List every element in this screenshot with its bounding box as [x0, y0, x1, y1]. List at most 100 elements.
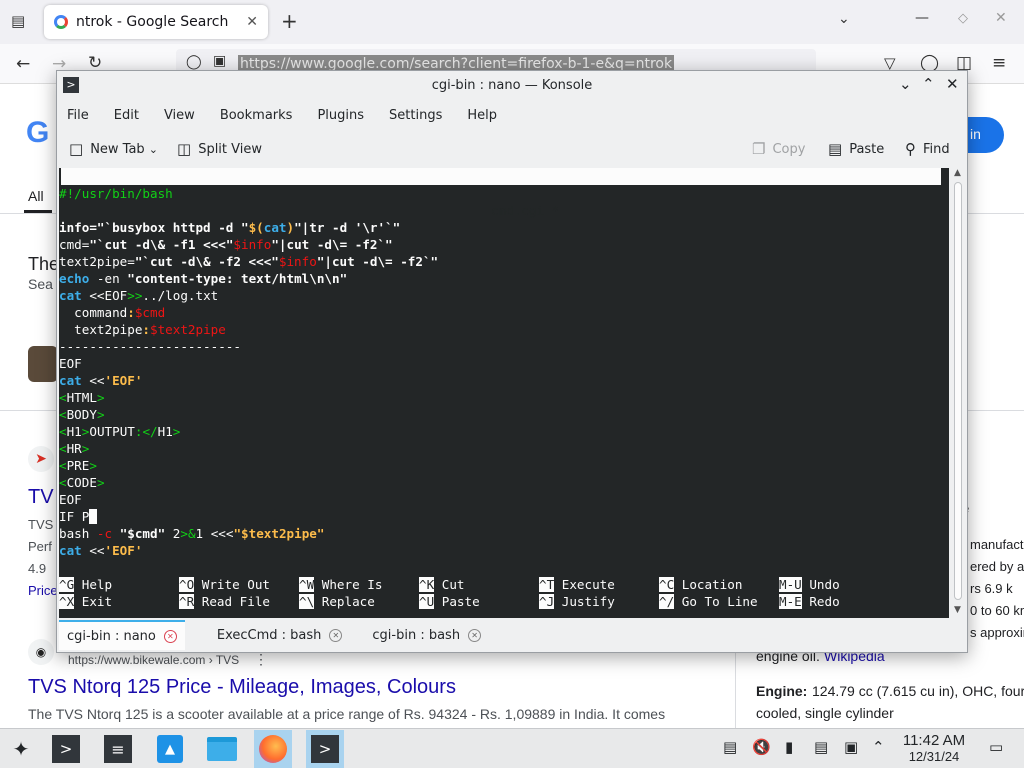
code-line[interactable]: command:$cmd	[59, 304, 438, 321]
menu-icon[interactable]: ≡	[992, 53, 1006, 73]
app-launcher-icon[interactable]: ✦	[2, 730, 40, 768]
snippet-fragment-4[interactable]: Price	[28, 583, 58, 598]
maximize-window-icon[interactable]: ◇	[958, 11, 968, 26]
engine-value-2: cooled, single cylinder	[756, 705, 894, 721]
code-token: "|tr -d '\r'`"	[294, 220, 401, 235]
close-tab-icon[interactable]: ✕	[468, 628, 482, 642]
back-arrow-icon[interactable]: ←	[16, 54, 30, 74]
result-title[interactable]: TVS Ntorq 125 Price - Mileage, Images, C…	[28, 676, 456, 699]
code-line[interactable]: <H1>OUTPUT:</H1>	[59, 423, 438, 440]
menu-file[interactable]: File	[67, 108, 89, 123]
firefox-task-icon[interactable]	[254, 730, 292, 768]
menu-edit[interactable]: Edit	[114, 108, 139, 123]
new-tab-button[interactable]: □ New Tab ⌄	[69, 140, 165, 158]
konsole-tab-cgi-bash[interactable]: cgi-bin : bash ✕	[364, 620, 489, 650]
site-favicon-icon-2: ◉	[28, 639, 54, 665]
clipboard-icon[interactable]: ▤	[723, 738, 737, 756]
konsole-task-icon[interactable]: >	[306, 730, 344, 768]
terminal-scrollbar[interactable]: ▲ ▼	[951, 168, 965, 618]
discover-store-icon[interactable]: ▲	[151, 730, 189, 768]
code-line[interactable]: cat <<'EOF'	[59, 542, 438, 559]
konsole-tab-nano[interactable]: cgi-bin : nano ✕	[59, 620, 185, 650]
code-token: >	[96, 390, 105, 405]
system-settings-icon[interactable]: ≡	[99, 730, 137, 768]
code-line[interactable]: <PRE>	[59, 457, 438, 474]
scrollbar-thumb[interactable]	[954, 182, 962, 600]
code-token: EOF	[59, 492, 82, 507]
shortcut-item: ^K Cut	[419, 576, 465, 593]
shortcut-item: M-U Undo	[779, 576, 840, 593]
input-method-icon[interactable]: ▤	[814, 738, 828, 756]
close-tab-icon[interactable]: ✕	[329, 628, 343, 642]
code-token: H1	[157, 424, 173, 439]
side-fragment-3: rs 6.9 k	[970, 581, 1013, 596]
close-icon[interactable]: ✕	[946, 75, 959, 93]
nano-editor-content[interactable]: #!/usr/bin/bash info="`busybox httpd -d "…	[59, 185, 438, 559]
scroll-down-icon[interactable]: ▼	[954, 605, 961, 615]
code-line[interactable]	[59, 202, 438, 219]
tab-list-icon[interactable]: ▤	[11, 12, 25, 30]
code-token: $text2pipe	[150, 322, 226, 337]
menu-settings[interactable]: Settings	[389, 108, 442, 123]
code-line[interactable]: ------------------------	[59, 338, 438, 355]
split-view-button[interactable]: ◫ Split View	[177, 140, 262, 158]
maximize-icon[interactable]: ⌃	[922, 75, 935, 93]
code-line[interactable]: cmd="`cut -d\& -f1 <<<"$info"|cut -d\= -…	[59, 236, 438, 253]
nano-header: GNU nano 7.2 cmd.cgi *	[61, 168, 941, 218]
chevron-down-icon[interactable]: ⌄	[838, 11, 850, 27]
file-manager-icon[interactable]	[203, 730, 241, 768]
code-line[interactable]: #!/usr/bin/bash	[59, 185, 438, 202]
code-line[interactable]: cat <<EOF>>../log.txt	[59, 287, 438, 304]
code-line[interactable]: <BODY>	[59, 406, 438, 423]
code-line[interactable]: <HTML>	[59, 389, 438, 406]
menu-view[interactable]: View	[164, 108, 195, 123]
minimize-window-icon[interactable]: —	[915, 10, 929, 26]
tab-all[interactable]: All	[28, 188, 44, 204]
find-button[interactable]: ⚲ Find	[905, 140, 950, 158]
menu-plugins[interactable]: Plugins	[317, 108, 364, 123]
browser-tab[interactable]: ntrok - Google Search ✕	[44, 5, 268, 39]
close-window-icon[interactable]: ✕	[995, 10, 1007, 26]
code-line[interactable]: <CODE>	[59, 474, 438, 491]
result-source-url[interactable]: https://www.bikewale.com › TVS	[68, 653, 239, 667]
shortcut-item: ^/ Go To Line	[659, 593, 758, 610]
code-token: OUTPUT	[89, 424, 135, 439]
shortcut-item: ^G Help	[59, 576, 112, 593]
konsole-titlebar[interactable]: > cgi-bin : nano — Konsole ⌄ ⌃ ✕	[57, 71, 967, 99]
code-line[interactable]: echo -en "content-type: text/html\n\n"	[59, 270, 438, 287]
code-line[interactable]: text2pipe:$text2pipe	[59, 321, 438, 338]
shield-icon[interactable]: ◯	[186, 54, 202, 70]
nano-filename: cmd.cgi *	[491, 203, 560, 218]
code-line[interactable]: EOF	[59, 491, 438, 508]
code-line[interactable]: text2pipe="`cut -d\& -f2 <<<"$info"|cut …	[59, 253, 438, 270]
battery-icon[interactable]: ▮	[785, 738, 793, 756]
result-title-fragment[interactable]: TV	[28, 486, 54, 509]
new-tab-icon[interactable]: +	[281, 9, 298, 33]
copy-button[interactable]: ❐ Copy	[752, 140, 805, 158]
more-options-icon[interactable]: ⋮	[254, 651, 268, 668]
close-tab-icon[interactable]: ✕	[163, 629, 177, 643]
expand-tray-icon[interactable]: ⌃	[872, 738, 885, 756]
shortcut-label: Help	[74, 577, 113, 592]
paste-button[interactable]: ▤ Paste	[828, 140, 884, 158]
code-line[interactable]: bash -c "$cmd" 2>&1 <<<"$text2pipe"	[59, 525, 438, 542]
code-token: >	[172, 424, 181, 439]
menu-bookmarks[interactable]: Bookmarks	[220, 108, 293, 123]
show-desktop-icon[interactable]: ▭	[989, 738, 1003, 756]
clock[interactable]: 11:42 AM 12/31/24	[893, 732, 975, 764]
network-icon[interactable]: ▣	[844, 738, 858, 756]
close-tab-icon[interactable]: ✕	[246, 14, 258, 30]
konsole-tab-execcmd[interactable]: ExecCmd : bash ✕	[209, 620, 351, 650]
menu-help[interactable]: Help	[467, 108, 497, 123]
terminal-area[interactable]: GNU nano 7.2 cmd.cgi * #!/usr/bin/bash in…	[59, 168, 949, 618]
scroll-up-icon[interactable]: ▲	[954, 168, 961, 178]
code-line[interactable]: EOF	[59, 355, 438, 372]
volume-muted-icon[interactable]: 🔇	[752, 738, 771, 756]
code-line[interactable]: info="`busybox httpd -d "$(cat)"|tr -d '…	[59, 219, 438, 236]
code-line[interactable]: cat <<'EOF'	[59, 372, 438, 389]
find-label: Find	[923, 141, 950, 157]
minimize-icon[interactable]: ⌄	[899, 75, 912, 93]
code-line[interactable]: IF P	[59, 508, 438, 525]
terminal-task-icon[interactable]: >	[47, 730, 85, 768]
code-line[interactable]: <HR>	[59, 440, 438, 457]
